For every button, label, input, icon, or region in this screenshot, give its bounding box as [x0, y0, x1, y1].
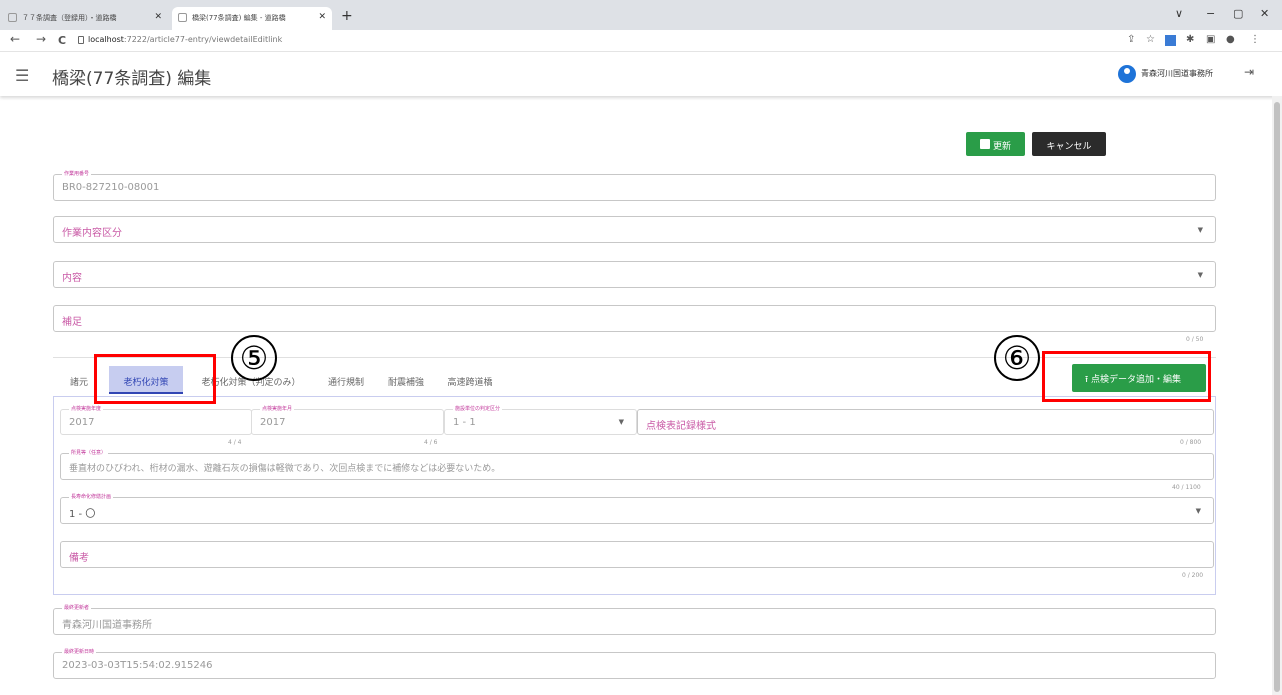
- update-label: 更新: [993, 142, 1012, 152]
- findings-field[interactable]: 所見等（任意） 垂直材のひびわれ、桁材の漏水、遊離石灰の損傷は軽微であり、次回点…: [60, 449, 1214, 480]
- content-select[interactable]: 内容 ▼: [53, 261, 1216, 288]
- field-value: 2017: [69, 417, 95, 428]
- tab-traffic[interactable]: 通行規制: [319, 366, 373, 394]
- close-window-button[interactable]: ✕: [1260, 7, 1269, 20]
- extension-icon[interactable]: [1165, 35, 1176, 46]
- forward-icon[interactable]: →: [36, 32, 46, 46]
- cancel-button[interactable]: キャンセル: [1032, 132, 1106, 156]
- star-icon[interactable]: ☆: [1146, 34, 1155, 45]
- url-field[interactable]: localhost:7222/article77-entry/viewdetai…: [88, 35, 282, 44]
- profile-icon[interactable]: ●: [1226, 34, 1235, 45]
- dropdown-icon: ▼: [618, 418, 624, 426]
- scrollbar-thumb[interactable]: [1274, 102, 1280, 692]
- field-placeholder: 内容: [62, 273, 82, 284]
- reload-icon[interactable]: C: [58, 34, 66, 47]
- field-label: 所見等（任意）: [69, 449, 109, 456]
- new-tab-button[interactable]: +: [341, 8, 353, 24]
- year-field[interactable]: 点検実施年度 2017: [60, 405, 252, 435]
- remarks-field[interactable]: 備考: [60, 541, 1214, 568]
- puzzle-icon[interactable]: ✱: [1186, 34, 1194, 45]
- logout-icon[interactable]: ⇥: [1244, 65, 1254, 79]
- record-counter: 0 / 800: [1180, 439, 1202, 446]
- tab-seismic[interactable]: 耐震補強: [381, 366, 431, 394]
- browser-tab[interactable]: ７７条調査（登録用）・道路橋 ✕: [2, 7, 168, 30]
- updater-field[interactable]: 最終更新者 青森河川国道事務所: [53, 604, 1216, 635]
- field-placeholder: 点検表記録様式: [646, 421, 716, 432]
- work-type-select[interactable]: 作業内容区分 ▼: [53, 216, 1216, 243]
- callout-number-6: ⑥: [994, 335, 1040, 381]
- address-bar: ← → C localhost:7222/article77-entry/vie…: [0, 30, 1282, 52]
- field-label: 施設単位の判定区分: [453, 405, 503, 412]
- app-header: ☰ 橋梁(77条調査) 編集 青森河川国道事務所 ⇥: [0, 52, 1282, 96]
- work-id-field[interactable]: 作業用番号 BR0-827210-08001: [53, 170, 1216, 201]
- browser-tab-bar: ７７条調査（登録用）・道路橋 ✕ 橋梁(77条調査) 編集 - 道路橋 ✕ + …: [0, 0, 1282, 30]
- minimize-button[interactable]: −: [1206, 7, 1215, 20]
- month-field[interactable]: 点検実施年月 2017: [251, 405, 444, 435]
- close-tab-icon[interactable]: ✕: [318, 12, 326, 22]
- dropdown-icon: ▼: [1195, 507, 1201, 515]
- field-label: 最終更新者: [62, 604, 92, 611]
- browser-tab-active[interactable]: 橋梁(77条調査) 編集 - 道路橋 ✕: [172, 7, 332, 30]
- callout-box-5: [94, 354, 216, 404]
- field-value: 1 - 〇: [69, 509, 96, 520]
- remarks-counter: 0 / 200: [1182, 572, 1204, 579]
- field-value: 青森河川国道事務所: [62, 620, 152, 631]
- updated-at-field[interactable]: 最終更新日時 2023-03-03T15:54:02.915246: [53, 648, 1216, 679]
- lock-icon: [78, 36, 84, 44]
- browser-menu-icon[interactable]: ⋮: [1250, 34, 1260, 45]
- tab-search-icon[interactable]: ∨: [1175, 7, 1183, 20]
- tab-highway[interactable]: 高速跨道橋: [439, 366, 501, 394]
- url-host: localhost: [88, 35, 124, 44]
- dropdown-icon: ▼: [1197, 271, 1203, 279]
- month-counter: 4 / 6: [424, 439, 438, 446]
- field-label: 点検実施年月: [260, 405, 295, 412]
- year-counter: 4 / 4: [228, 439, 242, 446]
- field-placeholder: 備考: [69, 553, 89, 564]
- measure-select[interactable]: 長寿命化修繕計画 1 - 〇 ▼: [60, 493, 1214, 524]
- menu-icon[interactable]: ☰: [15, 66, 29, 85]
- field-placeholder: 作業内容区分: [62, 228, 122, 239]
- note-counter: 0 / 50: [1186, 336, 1204, 343]
- back-icon[interactable]: ←: [10, 32, 20, 46]
- update-button[interactable]: 更新: [966, 132, 1025, 156]
- tab-label: 橋梁(77条調査) 編集 - 道路橋: [192, 14, 286, 22]
- findings-counter: 40 / 1100: [1172, 484, 1201, 491]
- field-value: BR0-827210-08001: [62, 182, 160, 193]
- field-value: 1 - 1: [453, 417, 476, 428]
- field-label: 点検実施年度: [69, 405, 104, 412]
- callout-box-6: [1042, 351, 1211, 402]
- maximize-button[interactable]: ▢: [1233, 7, 1243, 20]
- tab-label: ７７条調査（登録用）・道路橋: [22, 14, 117, 22]
- field-label: 最終更新日時: [62, 648, 97, 655]
- page-icon: [178, 13, 187, 22]
- save-icon: [980, 139, 990, 149]
- close-tab-icon[interactable]: ✕: [154, 12, 162, 22]
- page-icon: [8, 13, 17, 22]
- share-icon[interactable]: ⇪: [1127, 34, 1135, 45]
- field-label: 作業用番号: [62, 170, 92, 177]
- field-value: 2023-03-03T15:54:02.915246: [62, 660, 213, 671]
- note-field[interactable]: 補足: [53, 305, 1216, 332]
- callout-number-5: ⑤: [231, 335, 277, 381]
- field-value: 垂直材のひびわれ、桁材の漏水、遊離石灰の損傷は軽微であり、次回点検までに補修など…: [69, 464, 501, 474]
- account-icon[interactable]: [1118, 65, 1136, 83]
- dropdown-icon: ▼: [1197, 226, 1203, 234]
- sidepanel-icon[interactable]: ▣: [1206, 34, 1215, 45]
- user-name: 青森河川国道事務所: [1141, 69, 1213, 78]
- page-title: 橋梁(77条調査) 編集: [52, 69, 212, 89]
- scrollbar[interactable]: [1272, 96, 1282, 695]
- url-path: :7222/article77-entry/viewdetailEditlink: [123, 35, 283, 44]
- field-value: 2017: [260, 417, 286, 428]
- field-label: 長寿命化修繕計画: [69, 493, 114, 500]
- record-style-field[interactable]: 点検表記録様式: [637, 409, 1214, 435]
- judge-select[interactable]: 施設単位の判定区分 1 - 1 ▼: [444, 405, 637, 435]
- field-placeholder: 補足: [62, 317, 82, 328]
